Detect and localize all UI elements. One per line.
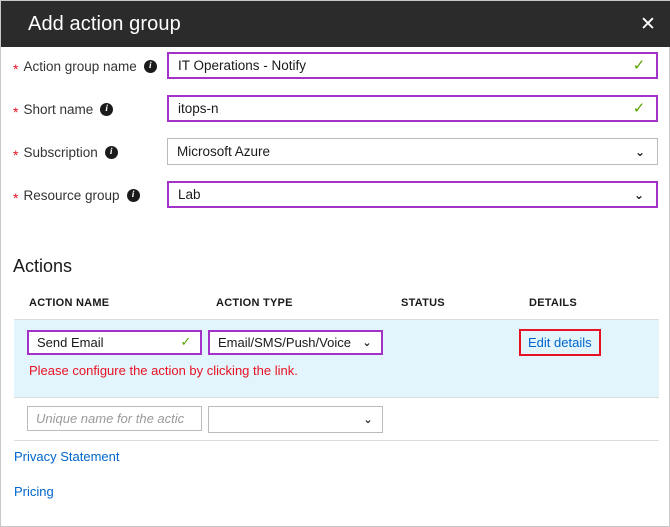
new-action-name-placeholder: Unique name for the actic <box>28 411 201 426</box>
info-icon[interactable]: i <box>100 103 113 116</box>
table-row: Send Email ✓ Email/SMS/Push/Voice ⌄ Edit… <box>14 319 659 398</box>
action-name-value: Send Email <box>29 335 176 350</box>
required-asterisk: * <box>13 148 18 162</box>
info-icon[interactable]: i <box>144 60 157 73</box>
edit-details-link[interactable]: Edit details <box>519 329 601 356</box>
label-text: Subscription <box>23 145 97 160</box>
chevron-down-icon: ⌄ <box>357 337 377 348</box>
required-asterisk: * <box>13 191 18 205</box>
short-name-value: itops-n <box>169 101 628 116</box>
info-icon[interactable]: i <box>127 189 140 202</box>
table-row: Unique name for the actic ⌄ <box>14 398 659 441</box>
chevron-down-icon: ⌄ <box>358 414 378 425</box>
validation-message: Please configure the action by clicking … <box>29 363 298 378</box>
label-text: Action group name <box>23 59 136 74</box>
form-row-action-group-name: * Action group name i IT Operations - No… <box>1 47 670 90</box>
action-type-dropdown[interactable]: Email/SMS/Push/Voice ⌄ <box>208 330 383 355</box>
page-title: Add action group <box>28 13 181 36</box>
actions-table-header: ACTION NAME ACTION TYPE STATUS DETAILS <box>14 292 659 319</box>
action-group-name-value: IT Operations - Notify <box>169 58 628 73</box>
subscription-dropdown[interactable]: Microsoft Azure ⌄ <box>167 138 658 165</box>
add-action-group-blade: Add action group ✕ * Action group name i… <box>0 0 670 527</box>
close-icon[interactable]: ✕ <box>625 1 670 47</box>
form-row-short-name: * Short name i itops-n ✓ <box>1 90 670 133</box>
actions-section-heading: Actions <box>13 256 72 277</box>
valid-check-icon: ✓ <box>628 101 650 116</box>
label-resource-group: * Resource group i <box>13 188 140 203</box>
resource-group-dropdown[interactable]: Lab ⌄ <box>167 181 658 208</box>
chevron-down-icon: ⌄ <box>628 189 650 201</box>
label-text: Short name <box>23 102 93 117</box>
label-text: Resource group <box>23 188 119 203</box>
resource-group-value: Lab <box>169 187 628 202</box>
privacy-statement-link[interactable]: Privacy Statement <box>14 449 120 464</box>
subscription-value: Microsoft Azure <box>168 144 629 159</box>
action-name-input[interactable]: Send Email ✓ <box>27 330 202 355</box>
new-action-name-input[interactable]: Unique name for the actic <box>27 406 202 431</box>
blade-titlebar: Add action group ✕ <box>1 1 670 47</box>
column-header-status: STATUS <box>401 297 445 309</box>
label-action-group-name: * Action group name i <box>13 59 157 74</box>
label-short-name: * Short name i <box>13 102 113 117</box>
form-row-subscription: * Subscription i Microsoft Azure ⌄ <box>1 133 670 176</box>
form-row-resource-group: * Resource group i Lab ⌄ <box>1 176 670 219</box>
new-action-type-dropdown[interactable]: ⌄ <box>208 406 383 433</box>
valid-check-icon: ✓ <box>176 336 196 349</box>
chevron-down-icon: ⌄ <box>629 146 651 158</box>
action-group-name-input[interactable]: IT Operations - Notify ✓ <box>167 52 658 79</box>
info-icon[interactable]: i <box>105 146 118 159</box>
required-asterisk: * <box>13 62 18 76</box>
column-header-action-name: ACTION NAME <box>29 297 109 309</box>
action-group-form: * Action group name i IT Operations - No… <box>1 47 670 219</box>
required-asterisk: * <box>13 105 18 119</box>
column-header-action-type: ACTION TYPE <box>216 297 293 309</box>
pricing-link[interactable]: Pricing <box>14 484 54 499</box>
actions-table: ACTION NAME ACTION TYPE STATUS DETAILS S… <box>14 292 659 441</box>
short-name-input[interactable]: itops-n ✓ <box>167 95 658 122</box>
label-subscription: * Subscription i <box>13 145 118 160</box>
column-header-details: DETAILS <box>529 297 577 309</box>
action-type-value: Email/SMS/Push/Voice <box>210 335 357 350</box>
valid-check-icon: ✓ <box>628 58 650 73</box>
